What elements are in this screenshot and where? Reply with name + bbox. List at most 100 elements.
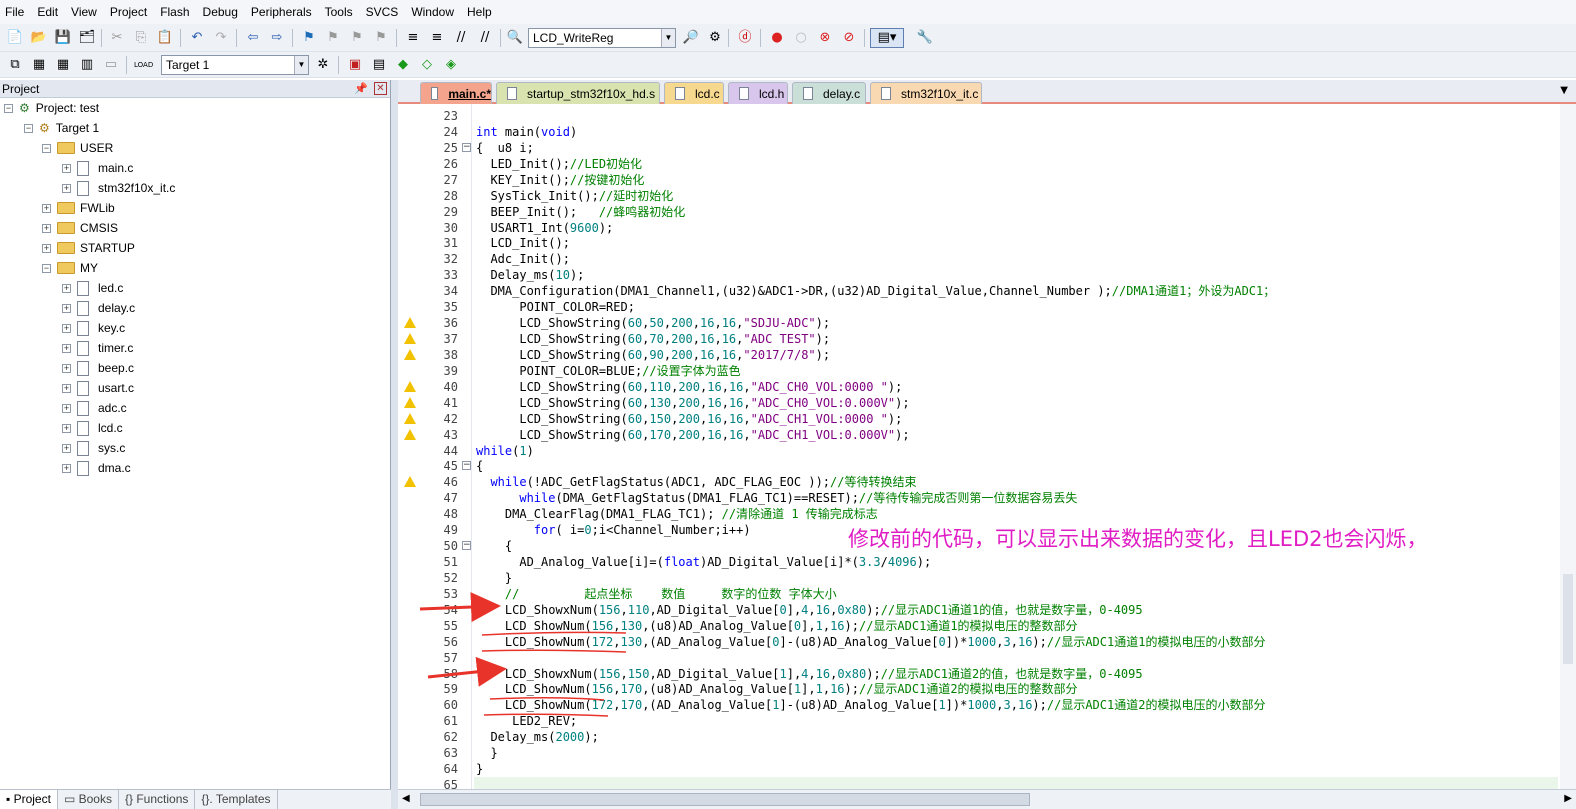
code-line[interactable]: LCD_ShowString(60,90,200,16,16,"2017/7/8… <box>476 347 830 363</box>
code-line[interactable]: Adc_Init(); <box>476 251 569 267</box>
code-line[interactable]: while(DMA_GetFlagStatus(DMA1_FLAG_TC1)==… <box>476 490 1077 506</box>
manage-project-items-icon[interactable]: ▣ <box>346 56 364 74</box>
code-line[interactable]: BEEP_Init(); //蜂鸣器初始化 <box>476 204 685 220</box>
select-software-packs-icon[interactable]: ◇ <box>418 56 436 74</box>
find-in-files-icon[interactable]: 🔍 <box>506 29 524 47</box>
warning-icon[interactable] <box>404 428 416 440</box>
uncomment-icon[interactable]: // <box>476 29 494 47</box>
horizontal-scroll-thumb[interactable] <box>420 793 1030 806</box>
code-line[interactable]: Delay_ms(2000); <box>476 729 598 745</box>
stop-build-icon[interactable]: ▭ <box>102 56 120 74</box>
tree-group-my[interactable]: − MY <box>42 258 98 278</box>
tree-file[interactable]: + adc.c <box>62 398 127 418</box>
cut-icon[interactable]: ✂ <box>108 29 126 47</box>
bookmark-prev-icon[interactable]: ⚑ <box>324 29 342 47</box>
code-line[interactable]: LCD_ShowNum(172,130,(AD_Analog_Value[0]-… <box>476 634 1266 650</box>
code-line[interactable]: LCD_ShowNum(156,130,(u8)AD_Analog_Value[… <box>476 618 1078 634</box>
close-icon[interactable]: ✕ <box>374 82 387 95</box>
tab-books[interactable]: ▭ Books <box>58 790 119 809</box>
copy-icon[interactable]: ⎘ <box>132 29 150 47</box>
nav-forward-icon[interactable]: ⇨ <box>268 29 286 47</box>
save-all-icon[interactable]: 🗂 <box>78 29 96 47</box>
menu-view[interactable]: View <box>66 0 105 24</box>
code-line[interactable]: LED_Init();//LED初始化 <box>476 156 642 172</box>
code-line[interactable]: DMA_Configuration(DMA1_Channel1,(u32)&AD… <box>476 283 1275 299</box>
panel-splitter[interactable] <box>391 80 398 809</box>
expand-icon[interactable]: + <box>42 243 51 253</box>
code-line[interactable]: LCD_ShowxNum(156,150,AD_Digital_Value[1]… <box>476 666 1143 682</box>
find-icon[interactable]: 🔎 <box>682 29 700 47</box>
paste-icon[interactable]: 📋 <box>156 29 174 47</box>
code-line[interactable]: LCD_ShowString(60,130,200,16,16,"ADC_CH0… <box>476 395 909 411</box>
code-line[interactable]: LCD_ShowString(60,70,200,16,16,"ADC TEST… <box>476 331 830 347</box>
expand-icon[interactable]: + <box>62 363 71 373</box>
expand-icon[interactable]: + <box>62 343 71 353</box>
target-combo[interactable]: Target 1 ▼ <box>161 55 309 75</box>
chevron-down-icon[interactable]: ▼ <box>294 56 308 74</box>
editor-tab-lcd-h[interactable]: lcd.h <box>728 82 788 104</box>
comment-icon[interactable]: // <box>452 29 470 47</box>
pack-installer-icon[interactable]: ◆ <box>394 56 412 74</box>
file-extensions-icon[interactable]: ▤ <box>370 56 388 74</box>
menu-debug[interactable]: Debug <box>198 0 246 24</box>
expand-icon[interactable]: + <box>42 203 51 213</box>
redo-icon[interactable]: ↷ <box>212 29 230 47</box>
code-line[interactable]: LED2_REV; <box>476 713 577 729</box>
nav-back-icon[interactable]: ⇦ <box>244 29 262 47</box>
horizontal-scrollbar[interactable]: ◀ ▶ <box>398 789 1576 809</box>
code-line[interactable]: LCD_ShowString(60,50,200,16,16,"SDJU-ADC… <box>476 315 830 331</box>
expand-icon[interactable]: + <box>42 223 51 233</box>
editor-tab-lcd-c[interactable]: lcd.c <box>664 82 724 104</box>
window-layout-icon[interactable]: ▤▾ <box>870 28 904 48</box>
code-line[interactable]: { u8 i; <box>476 140 534 156</box>
expand-icon[interactable]: + <box>62 183 71 193</box>
batch-build-icon[interactable]: ▥ <box>78 56 96 74</box>
code-line[interactable]: KEY_Init();//按键初始化 <box>476 172 644 188</box>
function-combo[interactable]: LCD_WriteReg ▼ <box>528 28 676 48</box>
disable-breakpoint-icon[interactable]: ○ <box>792 29 810 47</box>
tree-project-root[interactable]: − ⚙ Project: test <box>4 98 99 118</box>
expand-icon[interactable]: + <box>62 383 71 393</box>
tree-group-user[interactable]: − USER <box>42 138 113 158</box>
undo-icon[interactable]: ↶ <box>188 29 206 47</box>
kill-breakpoints-icon[interactable]: ⊗ <box>816 29 834 47</box>
menu-help[interactable]: Help <box>462 0 500 24</box>
warning-icon[interactable] <box>404 476 416 488</box>
code-line[interactable]: for( i=0;i<Channel_Number;i++) <box>476 522 751 538</box>
code-line[interactable]: LCD_ShowNum(156,170,(u8)AD_Analog_Value[… <box>476 681 1078 697</box>
tree-file[interactable]: + led.c <box>62 278 123 298</box>
tab-functions[interactable]: {} Functions <box>119 790 196 809</box>
code-line[interactable]: USART1_Int(9600); <box>476 220 613 236</box>
tab-project[interactable]: ▪ Project <box>0 790 58 809</box>
code-line[interactable]: DMA_ClearFlag(DMA1_FLAG_TC1); //清除通道 1 传… <box>476 506 878 522</box>
menu-edit[interactable]: Edit <box>32 0 66 24</box>
editor-tab-startup[interactable]: startup_stm32f10x_hd.s <box>496 82 660 104</box>
disable-all-breakpoints-icon[interactable]: ⊘ <box>840 29 858 47</box>
editor-tab-stm32f10x-it[interactable]: stm32f10x_it.c <box>870 82 982 104</box>
debug-session-icon[interactable]: ⓓ <box>736 29 754 47</box>
code-line[interactable]: while(!ADC_GetFlagStatus(ADC1, ADC_FLAG_… <box>476 474 916 490</box>
expand-icon[interactable]: + <box>62 463 71 473</box>
tab-templates[interactable]: {}. Templates <box>195 790 278 809</box>
warning-icon[interactable] <box>404 412 416 424</box>
fold-collapse-icon[interactable]: − <box>462 461 471 471</box>
code-line[interactable]: AD_Analog_Value[i]=(float)AD_Digital_Val… <box>476 554 931 570</box>
menu-svcs[interactable]: SVCS <box>361 0 407 24</box>
code-line[interactable]: LCD_ShowNum(172,170,(AD_Analog_Value[1]-… <box>476 697 1266 713</box>
pin-icon[interactable]: 📌 <box>354 80 368 98</box>
code-line[interactable]: int main(void) <box>476 124 577 140</box>
tree-file[interactable]: + key.c <box>62 318 125 338</box>
menu-flash[interactable]: Flash <box>155 0 197 24</box>
collapse-icon[interactable]: − <box>42 263 51 273</box>
open-file-icon[interactable]: 📂 <box>30 29 48 47</box>
indent-icon[interactable]: ≡ <box>404 29 422 47</box>
warning-icon[interactable] <box>404 380 416 392</box>
code-line[interactable]: { <box>476 458 483 474</box>
code-editor[interactable]: 23 24 int main(void) 25−{ u8 i; 26 LED_Init(… <box>398 104 1576 792</box>
incremental-find-icon[interactable]: ⚙ <box>706 29 724 47</box>
code-line[interactable]: } <box>476 570 512 586</box>
vertical-scrollbar[interactable] <box>1560 104 1576 789</box>
tree-file[interactable]: + stm32f10x_it.c <box>62 178 175 198</box>
run-time-environment-icon[interactable]: ◈ <box>442 56 460 74</box>
fold-collapse-icon[interactable]: − <box>462 541 471 551</box>
